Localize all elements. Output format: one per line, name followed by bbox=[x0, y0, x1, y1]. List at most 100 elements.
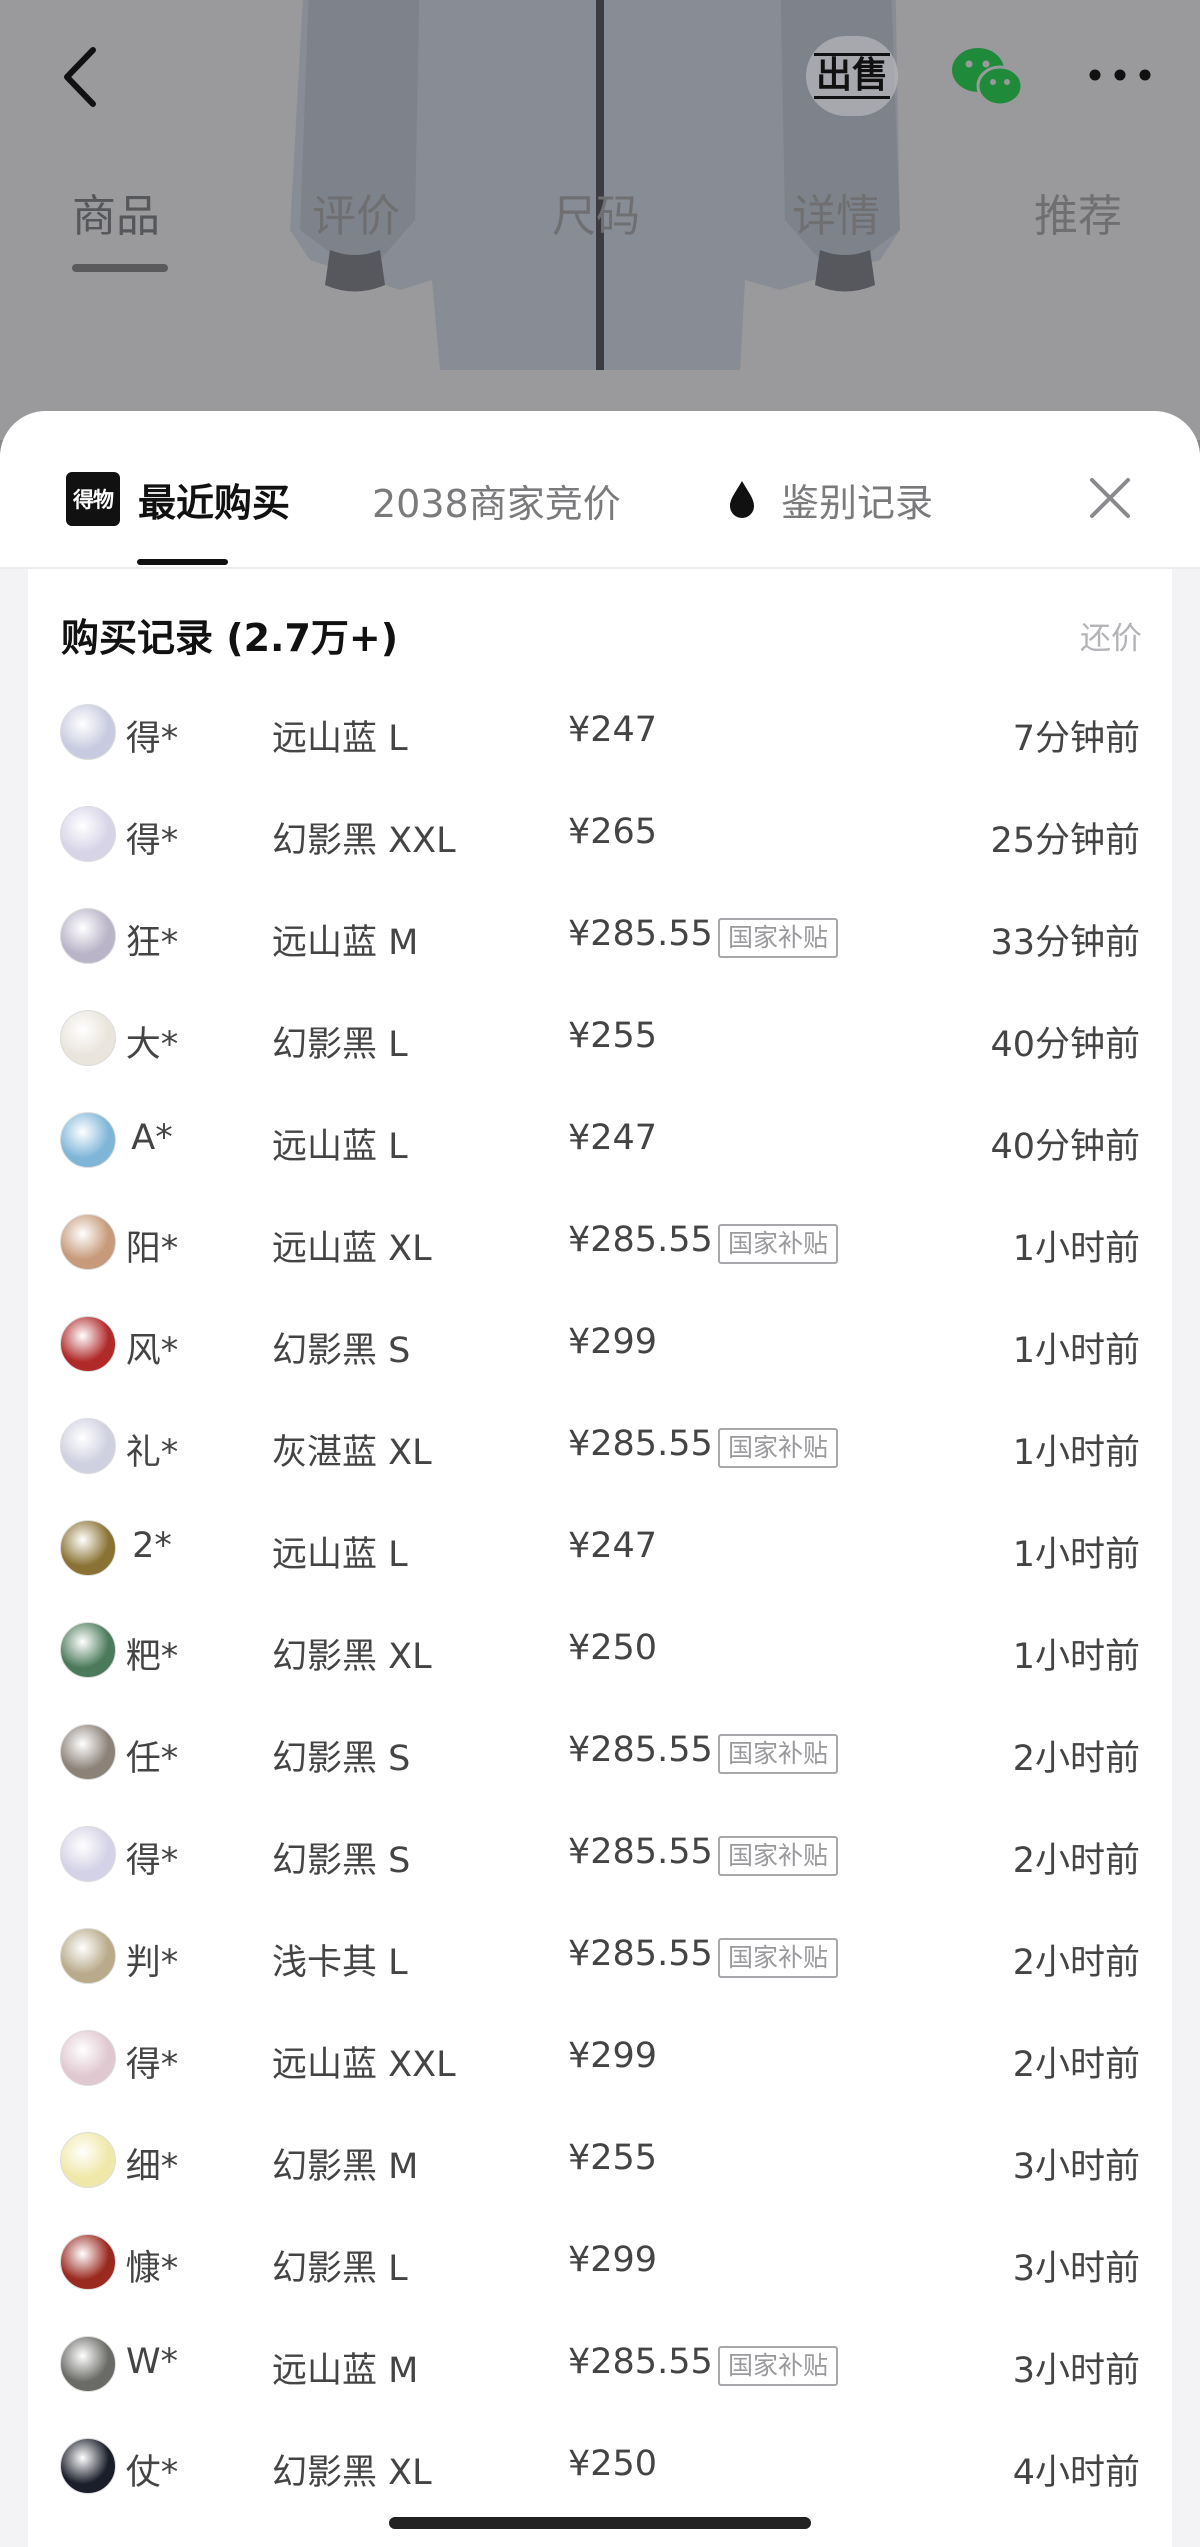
wechat-share-icon[interactable] bbox=[950, 44, 1026, 110]
user-avatar bbox=[60, 704, 116, 760]
sell-icon-label: 出售 bbox=[813, 53, 890, 99]
user-avatar bbox=[60, 1724, 116, 1780]
purchase-time: 2小时前 bbox=[1012, 1739, 1140, 1779]
buyer-name: 仗* bbox=[125, 2453, 179, 2493]
user-avatar bbox=[60, 1010, 116, 1066]
item-price: ¥299 bbox=[568, 2036, 658, 2076]
user-avatar bbox=[60, 2132, 116, 2188]
item-spec: 幻影黑 S bbox=[272, 1331, 411, 1371]
tab-size[interactable]: 尺码 bbox=[552, 180, 640, 244]
item-price: ¥285.55 bbox=[568, 914, 713, 954]
back-arrow-icon[interactable] bbox=[55, 42, 105, 112]
item-spec: 幻影黑 XL bbox=[272, 1637, 432, 1677]
purchase-record-row[interactable]: 慷* 幻影黑 L ¥299 3小时前 bbox=[28, 2212, 1172, 2314]
tab-auth-label: 鉴别记录 bbox=[781, 480, 934, 525]
item-spec: 幻影黑 L bbox=[272, 2249, 408, 2289]
item-price: ¥250 bbox=[568, 2444, 658, 2484]
purchase-time: 1小时前 bbox=[1012, 1331, 1140, 1371]
purchase-record-row[interactable]: 得* 远山蓝 XXL ¥299 2小时前 bbox=[28, 2008, 1172, 2110]
purchase-time: 1小时前 bbox=[1012, 1535, 1140, 1575]
item-price: ¥250 bbox=[568, 1628, 658, 1668]
purchase-time: 1小时前 bbox=[1012, 1637, 1140, 1677]
purchase-record-row[interactable]: 2* 远山蓝 L ¥247 1小时前 bbox=[28, 1498, 1172, 1600]
user-avatar bbox=[60, 806, 116, 862]
close-icon[interactable] bbox=[1085, 473, 1135, 523]
buyer-name: 阳* bbox=[125, 1229, 179, 1269]
item-spec: 幻影黑 XL bbox=[272, 2453, 432, 2493]
purchase-record-row[interactable]: 粑* 幻影黑 XL ¥250 1小时前 bbox=[28, 1600, 1172, 1702]
purchase-record-row[interactable]: 大* 幻影黑 L ¥255 40分钟前 bbox=[28, 988, 1172, 1090]
purchase-time: 40分钟前 bbox=[990, 1025, 1140, 1065]
dewu-logo-text: 得物 bbox=[73, 488, 114, 512]
more-options-icon[interactable] bbox=[1085, 60, 1155, 90]
home-indicator[interactable] bbox=[389, 2517, 811, 2529]
tab-product[interactable]: 商品 bbox=[72, 180, 160, 244]
tab-merchant-bids[interactable]: 2038商家竞价 bbox=[372, 473, 621, 528]
item-spec: 幻影黑 XXL bbox=[272, 821, 456, 861]
active-tab-indicator bbox=[72, 264, 168, 272]
item-spec: 灰湛蓝 XL bbox=[272, 1433, 432, 1473]
purchase-record-row[interactable]: 得* 远山蓝 L ¥247 7分钟前 bbox=[28, 682, 1172, 784]
user-avatar bbox=[60, 2030, 116, 2086]
tab-details[interactable]: 详情 bbox=[792, 180, 880, 244]
user-avatar bbox=[60, 1520, 116, 1576]
purchase-record-row[interactable]: 阳* 远山蓝 XL ¥285.55 国家补贴 1小时前 bbox=[28, 1192, 1172, 1294]
authentication-drop-icon bbox=[730, 481, 754, 518]
item-spec: 幻影黑 S bbox=[272, 1841, 411, 1881]
tab-authentication-records[interactable]: 鉴别记录 bbox=[727, 471, 933, 527]
purchase-record-row[interactable]: 判* 浅卡其 L ¥285.55 国家补贴 2小时前 bbox=[28, 1906, 1172, 2008]
purchase-record-row[interactable]: 得* 幻影黑 S ¥285.55 国家补贴 2小时前 bbox=[28, 1804, 1172, 1906]
purchase-record-row[interactable]: 得* 幻影黑 XXL ¥265 25分钟前 bbox=[28, 784, 1172, 886]
product-page-background: 出售 商品 评价 尺码 详情 推荐 bbox=[0, 0, 1200, 440]
purchase-time: 7分钟前 bbox=[1012, 719, 1140, 759]
top-navigation-bar: 出售 bbox=[0, 0, 1200, 160]
buyer-name: W* bbox=[125, 2342, 179, 2382]
purchase-records-sheet: 得物 最近购买 2038商家竞价 鉴别记录 购买记录 (2.7万+) 还价 得*… bbox=[0, 411, 1200, 2547]
buyer-name: 2* bbox=[132, 1526, 172, 1566]
item-price: ¥247 bbox=[568, 1526, 658, 1566]
purchase-record-row[interactable]: 细* 幻影黑 M ¥255 3小时前 bbox=[28, 2110, 1172, 2212]
user-avatar bbox=[60, 1418, 116, 1474]
purchase-records-list: 得* 远山蓝 L ¥247 7分钟前 得* 幻影黑 XXL ¥265 25分钟前 狂* 远山蓝 M… bbox=[28, 682, 1172, 2518]
purchase-time: 25分钟前 bbox=[990, 821, 1140, 861]
item-spec: 幻影黑 L bbox=[272, 1025, 408, 1065]
user-avatar bbox=[60, 1316, 116, 1372]
item-price: ¥285.55 bbox=[568, 1220, 713, 1260]
purchase-record-row[interactable]: 仗* 幻影黑 XL ¥250 4小时前 bbox=[28, 2416, 1172, 2518]
counter-offer-link[interactable]: 还价 bbox=[1080, 613, 1142, 658]
purchase-record-row[interactable]: A* 远山蓝 L ¥247 40分钟前 bbox=[28, 1090, 1172, 1192]
subsidy-badge: 国家补贴 bbox=[718, 1734, 839, 1774]
item-spec: 远山蓝 L bbox=[272, 719, 408, 759]
item-price: ¥299 bbox=[568, 1322, 658, 1362]
purchase-record-row[interactable]: W* 远山蓝 M ¥285.55 国家补贴 3小时前 bbox=[28, 2314, 1172, 2416]
item-price: ¥285.55 bbox=[568, 1730, 713, 1770]
tab-recent-purchases[interactable]: 得物 最近购买 bbox=[66, 469, 290, 529]
purchase-time: 2小时前 bbox=[1012, 1943, 1140, 1983]
tab-recommend[interactable]: 推荐 bbox=[1034, 180, 1122, 244]
subsidy-badge: 国家补贴 bbox=[718, 1836, 839, 1876]
item-price: ¥285.55 bbox=[568, 1424, 713, 1464]
subsidy-badge: 国家补贴 bbox=[718, 1428, 839, 1468]
item-price: ¥247 bbox=[568, 1118, 658, 1158]
sell-button[interactable]: 出售 bbox=[806, 36, 898, 116]
item-price: ¥285.55 bbox=[568, 2342, 713, 2382]
purchase-record-row[interactable]: 任* 幻影黑 S ¥285.55 国家补贴 2小时前 bbox=[28, 1702, 1172, 1804]
item-price: ¥285.55 bbox=[568, 1832, 713, 1872]
buyer-name: 狂* bbox=[125, 923, 179, 963]
item-spec: 远山蓝 M bbox=[272, 2351, 419, 2391]
user-avatar bbox=[60, 2336, 116, 2392]
purchase-record-row[interactable]: 礼* 灰湛蓝 XL ¥285.55 国家补贴 1小时前 bbox=[28, 1396, 1172, 1498]
item-spec: 幻影黑 S bbox=[272, 1739, 411, 1779]
product-section-tabs: 商品 评价 尺码 详情 推荐 bbox=[0, 170, 1200, 280]
tab-reviews[interactable]: 评价 bbox=[312, 180, 400, 244]
purchase-record-row[interactable]: 狂* 远山蓝 M ¥285.55 国家补贴 33分钟前 bbox=[28, 886, 1172, 988]
user-avatar bbox=[60, 1214, 116, 1270]
buyer-name: 得* bbox=[125, 719, 179, 759]
buyer-name: 大* bbox=[125, 1025, 179, 1065]
user-avatar bbox=[60, 1826, 116, 1882]
buyer-name: 慷* bbox=[125, 2249, 179, 2289]
user-avatar bbox=[60, 1112, 116, 1168]
purchase-record-row[interactable]: 风* 幻影黑 S ¥299 1小时前 bbox=[28, 1294, 1172, 1396]
purchase-time: 1小时前 bbox=[1012, 1229, 1140, 1269]
purchase-time: 3小时前 bbox=[1012, 2249, 1140, 2289]
